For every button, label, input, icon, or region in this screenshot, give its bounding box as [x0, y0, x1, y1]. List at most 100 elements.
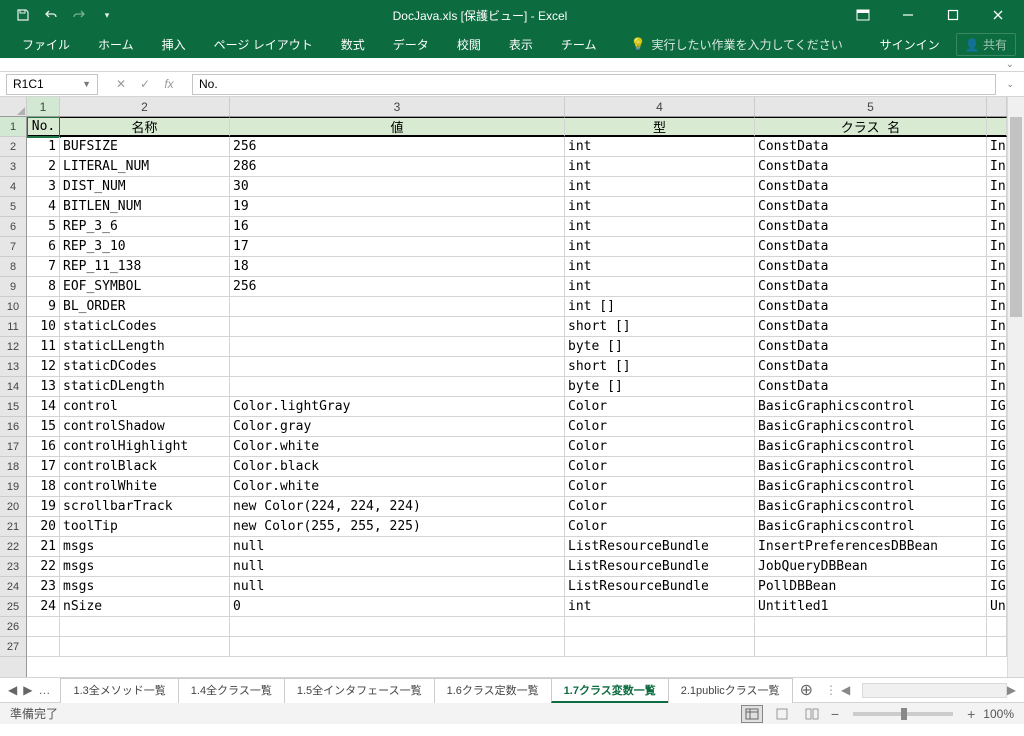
data-cell[interactable]: REP_3_10 — [60, 237, 230, 257]
data-cell[interactable] — [230, 337, 565, 357]
data-cell[interactable]: 21 — [27, 537, 60, 557]
expand-ribbon-icon[interactable]: ⌄ — [1006, 59, 1014, 70]
row-header[interactable]: 17 — [0, 437, 26, 457]
data-cell[interactable]: 19 — [27, 497, 60, 517]
row-header[interactable]: 27 — [0, 637, 26, 657]
data-cell[interactable]: 11 — [27, 337, 60, 357]
data-cell[interactable]: REP_11_138 — [60, 257, 230, 277]
data-cell[interactable]: 23 — [27, 577, 60, 597]
header-cell[interactable] — [987, 117, 1007, 137]
data-cell[interactable]: ConstData — [755, 277, 987, 297]
data-cell[interactable]: IG — [987, 557, 1007, 577]
data-cell[interactable]: 17 — [230, 237, 565, 257]
row-header[interactable]: 11 — [0, 317, 26, 337]
data-cell[interactable]: 30 — [230, 177, 565, 197]
sheet-tab[interactable]: 1.6クラス定数一覧 — [434, 678, 552, 703]
header-cell[interactable]: 名称 — [60, 117, 230, 137]
row-header[interactable]: 6 — [0, 217, 26, 237]
page-layout-view-button[interactable] — [771, 705, 793, 723]
data-cell[interactable]: In — [987, 357, 1007, 377]
data-cell[interactable]: 6 — [27, 237, 60, 257]
undo-button[interactable] — [38, 3, 64, 27]
data-cell[interactable]: Color — [565, 517, 755, 537]
minimize-button[interactable] — [885, 0, 930, 30]
name-box[interactable]: R1C1 ▼ — [6, 74, 98, 95]
data-cell[interactable]: controlBlack — [60, 457, 230, 477]
data-cell[interactable]: controlHighlight — [60, 437, 230, 457]
data-cell[interactable]: In — [987, 297, 1007, 317]
empty-cell[interactable] — [755, 617, 987, 637]
cells-grid[interactable]: No.名称値型クラス 名1BUFSIZE256intConstDataIn2LI… — [27, 117, 1007, 677]
data-cell[interactable]: BasicGraphicscontrol — [755, 397, 987, 417]
data-cell[interactable]: new Color(255, 255, 225) — [230, 517, 565, 537]
data-cell[interactable]: Color.gray — [230, 417, 565, 437]
data-cell[interactable]: In — [987, 377, 1007, 397]
row-header[interactable]: 12 — [0, 337, 26, 357]
row-header[interactable]: 23 — [0, 557, 26, 577]
formula-bar[interactable]: No. — [192, 74, 996, 95]
data-cell[interactable]: 1 — [27, 137, 60, 157]
data-cell[interactable]: staticDLength — [60, 377, 230, 397]
tab-file[interactable]: ファイル — [8, 30, 84, 58]
new-sheet-button[interactable]: ⊕ — [792, 680, 821, 700]
column-header[interactable]: 2 — [60, 97, 230, 116]
data-cell[interactable]: 17 — [27, 457, 60, 477]
data-cell[interactable]: IG — [987, 417, 1007, 437]
qat-customize[interactable]: ▾ — [94, 3, 120, 27]
empty-cell[interactable] — [27, 637, 60, 657]
row-header[interactable]: 20 — [0, 497, 26, 517]
row-header[interactable]: 24 — [0, 577, 26, 597]
row-header[interactable]: 2 — [0, 137, 26, 157]
vertical-scrollbar[interactable] — [1007, 97, 1024, 677]
empty-cell[interactable] — [987, 617, 1007, 637]
data-cell[interactable]: Color — [565, 497, 755, 517]
signin-link[interactable]: サインイン — [880, 36, 940, 53]
header-cell[interactable]: No. — [27, 117, 60, 137]
data-cell[interactable]: BasicGraphicscontrol — [755, 477, 987, 497]
row-header[interactable]: 4 — [0, 177, 26, 197]
data-cell[interactable]: In — [987, 177, 1007, 197]
data-cell[interactable]: ConstData — [755, 257, 987, 277]
hscroll-right[interactable]: ▶ — [1007, 683, 1016, 697]
data-cell[interactable]: PollDBBean — [755, 577, 987, 597]
data-cell[interactable]: 3 — [27, 177, 60, 197]
header-cell[interactable]: クラス 名 — [755, 117, 987, 137]
close-button[interactable] — [975, 0, 1020, 30]
hscroll-left[interactable]: ◀ — [841, 683, 850, 697]
data-cell[interactable]: null — [230, 537, 565, 557]
data-cell[interactable]: Color.lightGray — [230, 397, 565, 417]
redo-button[interactable] — [66, 3, 92, 27]
data-cell[interactable]: ConstData — [755, 137, 987, 157]
data-cell[interactable]: REP_3_6 — [60, 217, 230, 237]
data-cell[interactable]: int — [565, 597, 755, 617]
data-cell[interactable]: IG — [987, 437, 1007, 457]
select-all-corner[interactable] — [0, 97, 27, 117]
data-cell[interactable]: ConstData — [755, 177, 987, 197]
expand-formula-bar[interactable]: ⌄ — [1002, 79, 1018, 90]
data-cell[interactable]: BasicGraphicscontrol — [755, 437, 987, 457]
data-cell[interactable]: BL_ORDER — [60, 297, 230, 317]
data-cell[interactable]: Color.black — [230, 457, 565, 477]
sheet-tab[interactable]: 1.4全クラス一覧 — [178, 678, 285, 703]
data-cell[interactable]: Color — [565, 437, 755, 457]
data-cell[interactable]: 13 — [27, 377, 60, 397]
data-cell[interactable]: 16 — [230, 217, 565, 237]
data-cell[interactable]: int — [565, 177, 755, 197]
data-cell[interactable]: InsertPreferencesDBBean — [755, 537, 987, 557]
data-cell[interactable]: 16 — [27, 437, 60, 457]
column-header[interactable]: 3 — [230, 97, 565, 116]
data-cell[interactable]: toolTip — [60, 517, 230, 537]
horizontal-scrollbar[interactable] — [862, 683, 1007, 698]
data-cell[interactable]: control — [60, 397, 230, 417]
row-header[interactable]: 21 — [0, 517, 26, 537]
data-cell[interactable]: BasicGraphicscontrol — [755, 417, 987, 437]
data-cell[interactable]: EOF_SYMBOL — [60, 277, 230, 297]
insert-function-button[interactable]: fx — [158, 74, 180, 94]
column-header[interactable]: 4 — [565, 97, 755, 116]
share-button[interactable]: 👤 共有 — [956, 33, 1016, 56]
data-cell[interactable]: BasicGraphicscontrol — [755, 517, 987, 537]
tab-page-layout[interactable]: ページ レイアウト — [200, 30, 327, 58]
data-cell[interactable]: nSize — [60, 597, 230, 617]
data-cell[interactable]: ConstData — [755, 317, 987, 337]
row-header[interactable]: 8 — [0, 257, 26, 277]
